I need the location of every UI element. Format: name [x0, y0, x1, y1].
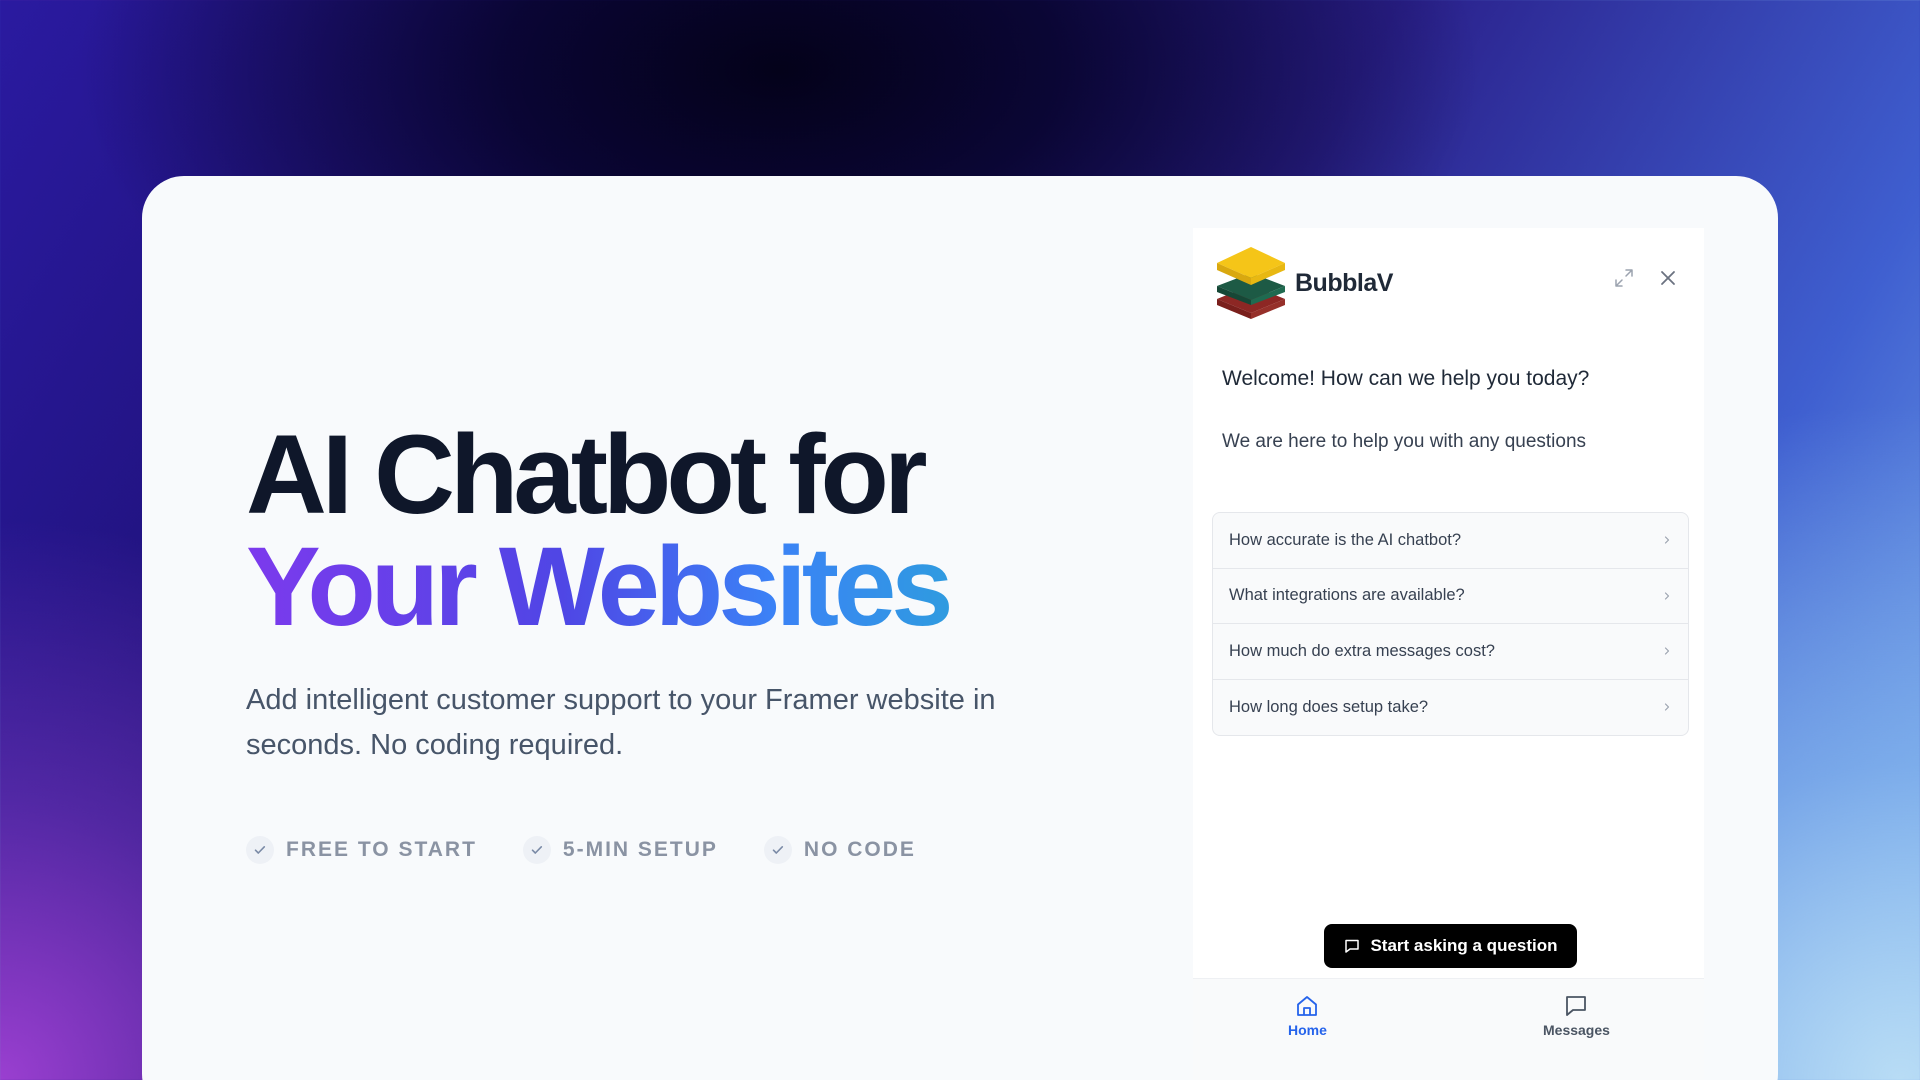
hero-title-line2: Your Websites: [246, 524, 954, 649]
feature-label: NO CODE: [803, 838, 916, 861]
feature-setup: 5-MIN SETUP: [522, 836, 718, 864]
hero-subtitle: Add intelligent customer support to your…: [246, 684, 996, 761]
hero-title-line1: AI Chatbot for: [246, 412, 928, 537]
check-icon: [522, 836, 551, 864]
bubblav-logo-icon: [1215, 243, 1287, 324]
hero-title: AI Chatbot for Your Websites: [246, 419, 954, 649]
help-text: We are here to help you with any questio…: [1222, 431, 1587, 452]
close-icon[interactable]: [1658, 268, 1678, 288]
chevron-right-icon: [1664, 536, 1670, 544]
widget-nav: Home Messages: [1193, 978, 1704, 1080]
chevron-right-icon: [1664, 703, 1670, 711]
faq-item[interactable]: What integrations are available?: [1213, 569, 1688, 624]
chat-bubble-icon: [1345, 939, 1360, 953]
feature-label: 5-MIN SETUP: [562, 838, 718, 861]
messages-icon: [1566, 996, 1587, 1016]
chat-widget: BubblaV Welcome! How can we help you tod…: [1193, 228, 1704, 1080]
chevron-right-icon: [1664, 647, 1670, 655]
widget-header: BubblaV: [1215, 243, 1393, 324]
home-icon: [1297, 996, 1318, 1016]
faq-item[interactable]: How accurate is the AI chatbot?: [1213, 513, 1688, 569]
feature-label: FREE TO START: [286, 838, 477, 861]
nav-home[interactable]: Home: [1288, 993, 1327, 1038]
faq-question: What integrations are available?: [1229, 586, 1465, 605]
faq-item[interactable]: How long does setup take?: [1213, 680, 1688, 736]
welcome-message: Welcome! How can we help you today?: [1222, 367, 1590, 390]
feature-list: FREE TO START 5-MIN SETUP NO CODE: [246, 836, 916, 864]
check-icon: [763, 836, 792, 864]
nav-messages[interactable]: Messages: [1543, 993, 1610, 1038]
check-icon: [246, 836, 274, 864]
feature-nocode: NO CODE: [763, 836, 916, 864]
faq-question: How accurate is the AI chatbot?: [1229, 530, 1462, 549]
nav-home-label: Home: [1288, 1022, 1327, 1038]
faq-question: How long does setup take?: [1229, 697, 1429, 716]
faq-question: How much do extra messages cost?: [1229, 641, 1495, 660]
feature-free: FREE TO START: [246, 836, 477, 864]
faq-list: How accurate is the AI chatbot? What int…: [1212, 512, 1689, 736]
faq-item[interactable]: How much do extra messages cost?: [1213, 624, 1688, 680]
nav-messages-label: Messages: [1543, 1022, 1610, 1038]
start-asking-button[interactable]: Start asking a question: [1324, 924, 1577, 968]
start-asking-label: Start asking a question: [1370, 936, 1558, 955]
chevron-right-icon: [1664, 592, 1670, 600]
brand-name: BubblaV: [1295, 269, 1393, 297]
expand-icon[interactable]: [1613, 267, 1635, 289]
